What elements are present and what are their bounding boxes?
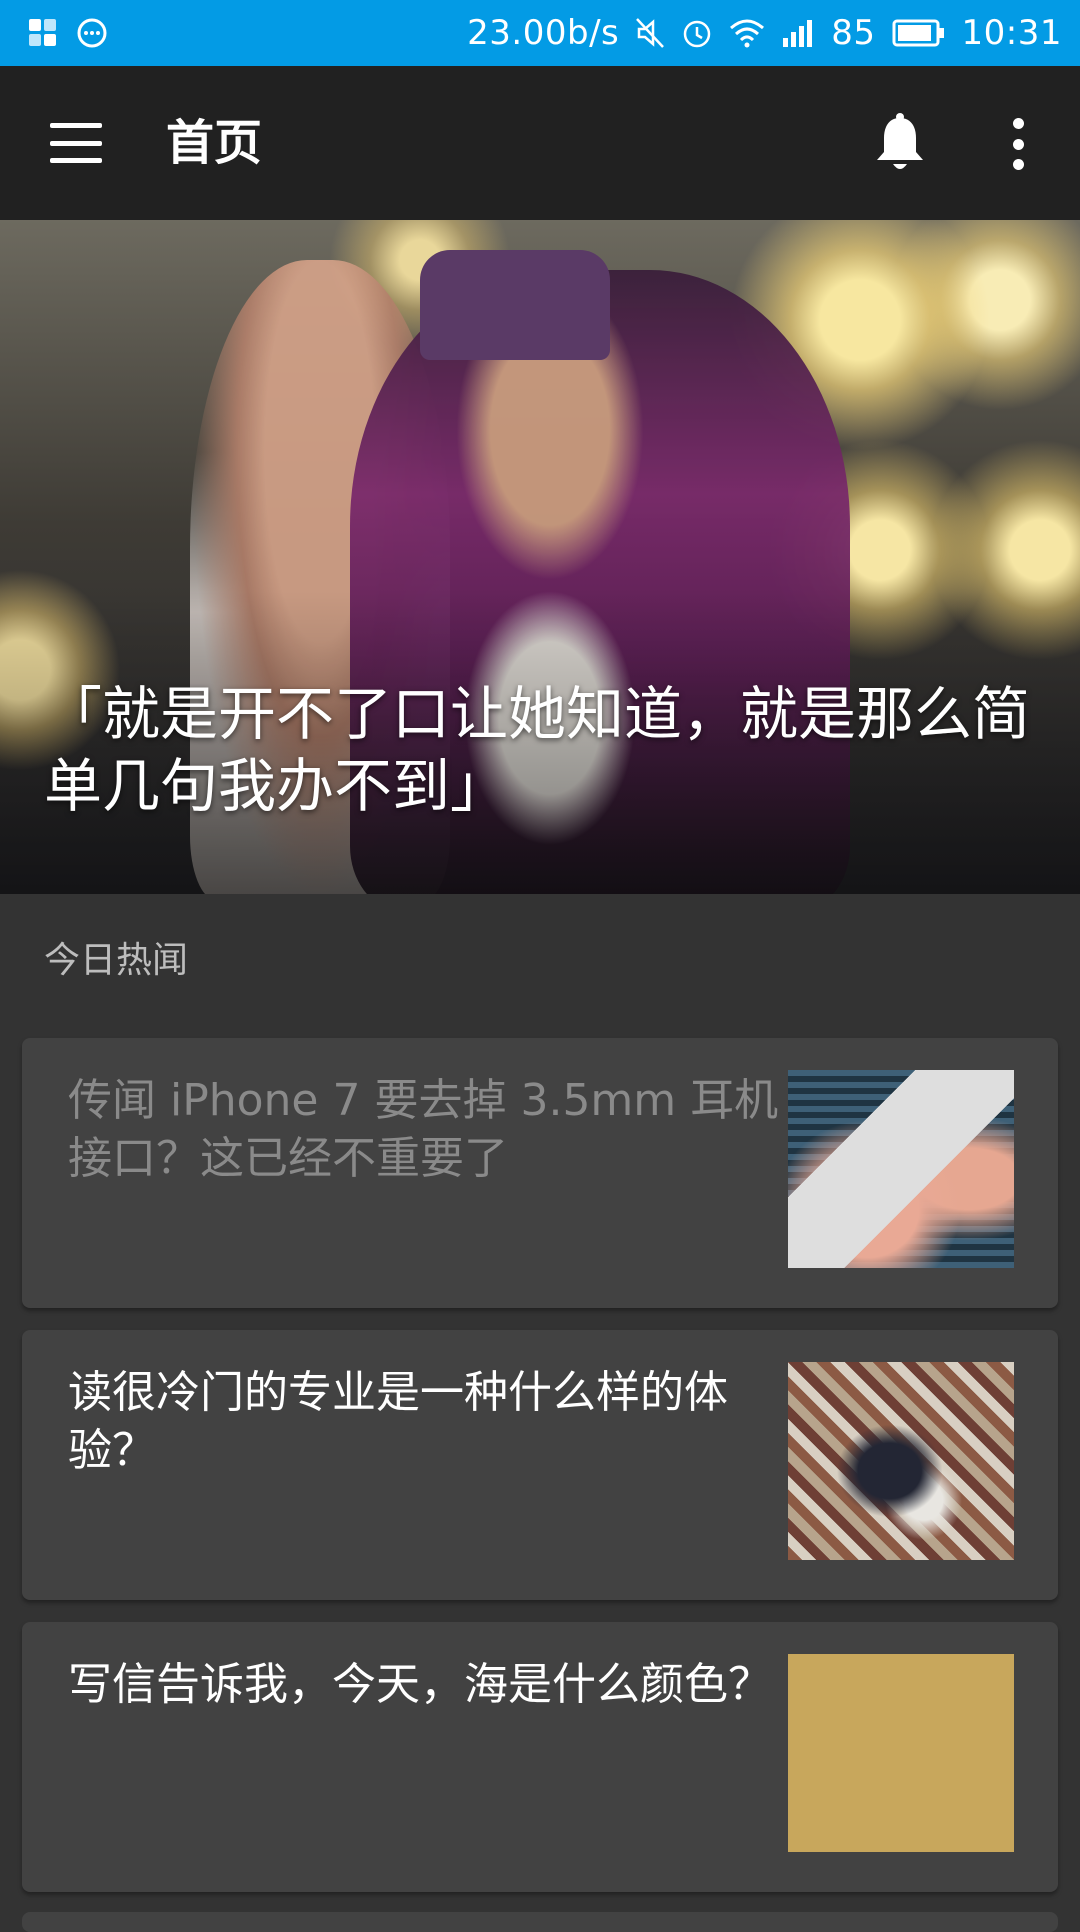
windows-logo-icon	[28, 18, 58, 48]
story-card[interactable]: 写信告诉我，今天，海是什么颜色？	[22, 1622, 1058, 1892]
menu-icon[interactable]	[46, 116, 106, 170]
page-title: 首页	[166, 115, 263, 171]
alarm-icon	[681, 17, 713, 49]
story-title: 写信告诉我，今天，海是什么颜色？	[68, 1659, 772, 1710]
story-card-partial[interactable]	[22, 1912, 1058, 1932]
story-card[interactable]: 读很冷门的专业是一种什么样的体验？	[22, 1330, 1058, 1600]
story-thumbnail	[788, 1362, 1014, 1560]
wifi-icon	[729, 18, 765, 48]
status-bar: 23.00b/s 85 10:31	[0, 0, 1080, 66]
bell-icon[interactable]	[872, 112, 928, 174]
network-speed: 23.00b/s	[467, 13, 620, 53]
hero-caption: 「就是开不了口让她知道，就是那么简单几句我办不到」	[44, 680, 1031, 820]
app-bar: 首页	[0, 66, 1080, 220]
story-thumbnail	[788, 1070, 1014, 1268]
story-thumbnail	[788, 1654, 1014, 1852]
battery-icon	[892, 18, 946, 48]
mute-icon	[635, 17, 665, 49]
clock: 10:31	[961, 13, 1062, 53]
story-title: 传闻 iPhone 7 要去掉 3.5mm 耳机接口？这已经不重要了	[68, 1075, 779, 1184]
chat-bubble-icon	[76, 17, 108, 49]
more-vert-icon[interactable]	[1002, 114, 1034, 174]
story-title: 读很冷门的专业是一种什么样的体验？	[68, 1367, 728, 1476]
battery-level: 85	[831, 13, 876, 53]
hero-banner[interactable]: 「就是开不了口让她知道，就是那么简单几句我办不到」	[0, 220, 1080, 894]
signal-icon	[781, 18, 815, 48]
section-title: 今日热闻	[44, 940, 189, 981]
story-card[interactable]: 传闻 iPhone 7 要去掉 3.5mm 耳机接口？这已经不重要了	[22, 1038, 1058, 1308]
